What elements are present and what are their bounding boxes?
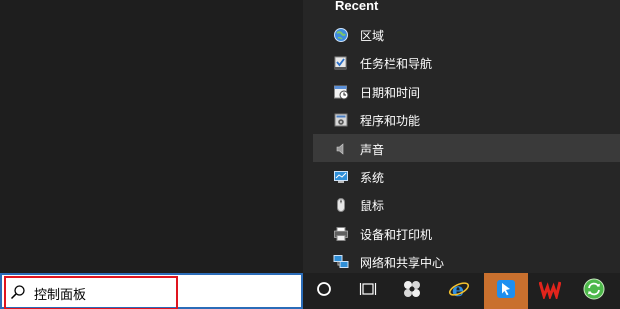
recent-item-label: 网络和共享中心 [360,256,445,271]
recent-item-label: 区域 [360,29,385,43]
recent-item-network-sharing[interactable]: 网络和共享中心 [313,247,620,275]
search-input[interactable]: 控制面板 [34,284,86,303]
blue-arrow-app-button[interactable] [484,273,528,309]
network-sharing-icon [333,254,349,270]
screen: Recent 区域 任务栏和导航 日期和时间 程序和功能 声音 系统 鼠标 设备… [0,0,620,309]
pinwheel-app-button[interactable] [390,273,434,309]
taskbar-navigation-icon [333,55,349,71]
search-icon [10,284,26,300]
wps-office-icon [538,279,562,303]
taskbar-search-box[interactable]: 控制面板 [0,273,303,309]
recent-item-label: 日期和时间 [360,85,421,100]
recent-item-sound[interactable]: 声音 [313,133,620,162]
task-view-icon [359,281,377,301]
recent-item-label: 设备和打印机 [360,227,433,242]
recent-item-devices-printers[interactable]: 设备和打印机 [313,219,620,247]
cortana-circle-icon [316,281,332,301]
recent-item-mouse[interactable]: 鼠标 [313,190,620,218]
date-time-icon [333,84,349,100]
wps-office-button[interactable] [528,273,572,309]
mouse-icon [333,197,349,213]
pinwheel-app-icon [402,279,422,303]
blue-arrow-app-icon [496,279,516,303]
recent-item-system[interactable]: 系统 [313,162,620,190]
internet-explorer-button[interactable]: e [437,273,481,309]
recent-item-region[interactable]: 区域 [313,20,620,48]
recent-heading: Recent [335,0,379,13]
taskbar: 控制面板 e [0,273,620,309]
recent-item-programs-features[interactable]: 程序和功能 [313,105,620,133]
start-menu-left-panel [0,0,303,273]
recent-item-label: 系统 [360,170,385,185]
recent-item-date-time[interactable]: 日期和时间 [313,77,620,105]
green-refresh-app-button[interactable] [572,273,616,309]
sound-icon [333,141,349,157]
devices-printers-icon [333,226,349,242]
programs-features-icon [333,112,349,128]
svg-text:e: e [452,279,464,299]
task-view-button[interactable] [346,273,390,309]
start-menu-recent-panel: Recent 区域 任务栏和导航 日期和时间 程序和功能 声音 系统 鼠标 设备… [303,0,620,273]
green-refresh-app-icon [583,278,605,304]
recent-item-label: 程序和功能 [360,114,421,129]
internet-explorer-icon: e [448,279,470,303]
recent-item-taskbar-navigation[interactable]: 任务栏和导航 [313,48,620,76]
recent-item-label: 鼠标 [360,199,385,214]
region-icon [333,27,349,43]
recent-item-label: 声音 [360,142,385,157]
search-highlight-frame [4,276,178,309]
recent-list: 区域 任务栏和导航 日期和时间 程序和功能 声音 系统 鼠标 设备和打印机 网络… [313,20,620,276]
recent-item-label: 任务栏和导航 [360,57,433,72]
system-icon [333,169,349,185]
cortana-button[interactable] [302,273,346,309]
